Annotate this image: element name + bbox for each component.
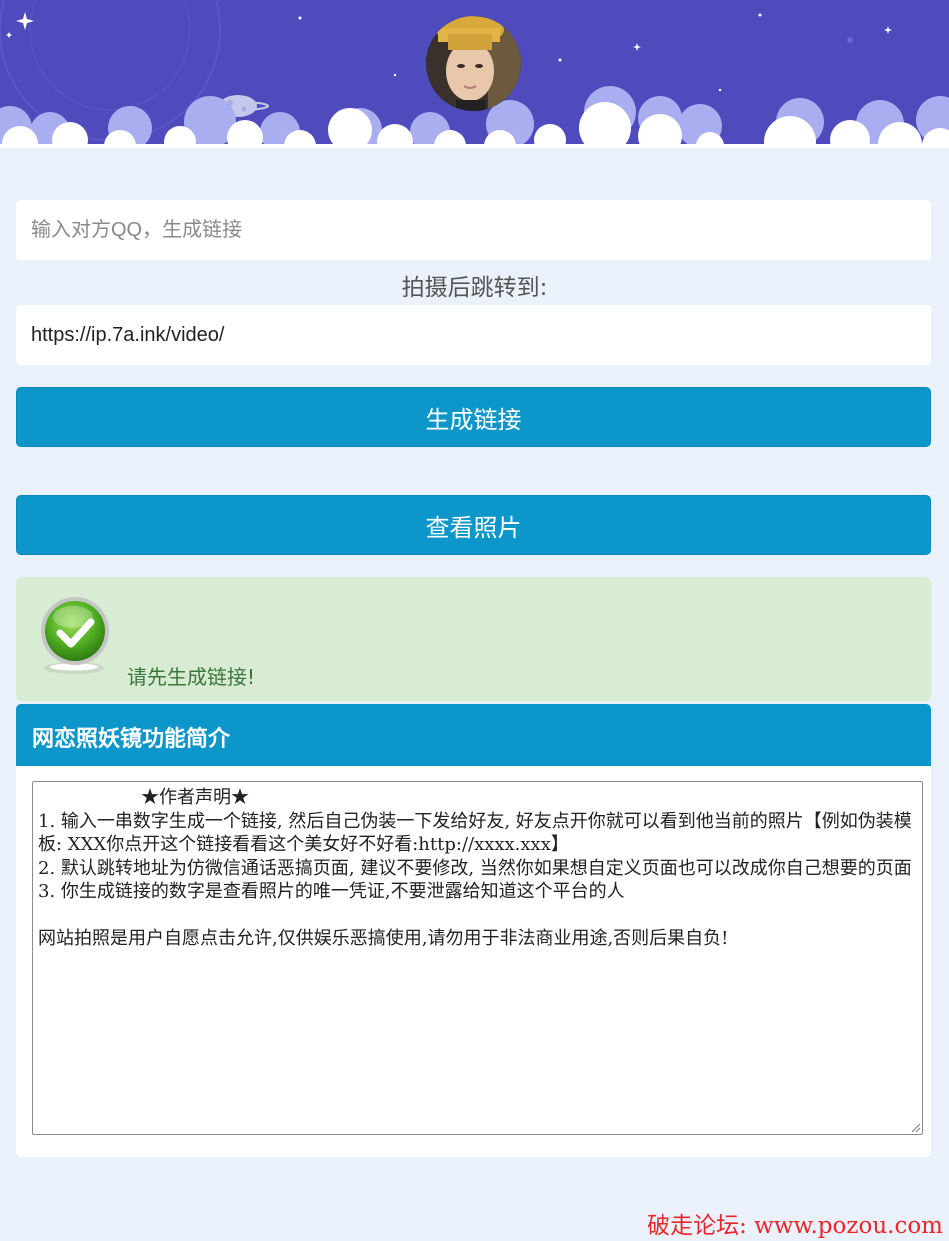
intro-panel-header: 网恋照妖镜功能简介 [16,704,931,766]
forum-watermark: 破走论坛: www.pozou.com [647,1213,943,1239]
header-banner [0,0,949,148]
intro-panel-body: ★作者声明★ 1. 输入一串数字生成一个链接, 然后自己伪装一下发给好友, 好友… [16,766,931,1157]
redirect-label: 拍摄后跳转到: [401,275,548,301]
status-notice: 请先生成链接! [16,577,931,701]
resize-handle-icon[interactable] [909,1121,921,1133]
check-circle-icon [41,597,109,674]
intro-panel-title: 网恋照妖镜功能简介 [32,727,231,752]
intro-textarea[interactable]: ★作者声明★ 1. 输入一串数字生成一个链接, 然后自己伪装一下发给好友, 好友… [32,781,923,1135]
user-avatar [426,16,521,111]
status-message: 请先生成链接! [127,665,256,689]
qq-number-input[interactable] [16,200,931,260]
redirect-url-input[interactable] [16,305,931,365]
view-photos-button[interactable]: 查看照片 [16,495,931,555]
generate-link-button[interactable]: 生成链接 [16,387,931,447]
user-avatar-photo [426,16,521,111]
